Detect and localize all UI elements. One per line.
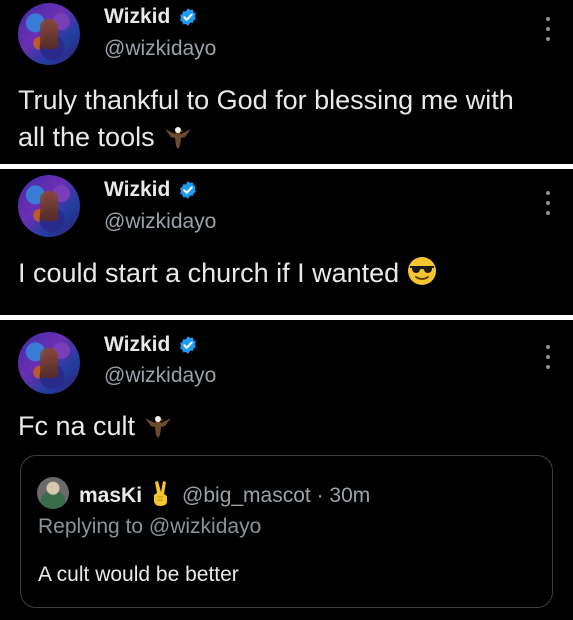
tweet-text-content: Truly thankful to God for blessing me wi… — [18, 85, 514, 152]
verified-badge-icon — [180, 181, 197, 199]
more-options-icon[interactable] — [545, 191, 551, 215]
verified-badge-icon — [180, 8, 197, 26]
handle[interactable]: @wizkidayo — [104, 210, 216, 234]
tweet-text: I could start a church if I wanted — [18, 255, 533, 296]
eagle-emoji — [163, 123, 193, 160]
tweet-text: Truly thankful to God for blessing me wi… — [18, 82, 533, 160]
display-name[interactable]: Wizkid — [104, 178, 170, 202]
more-options-icon[interactable] — [545, 345, 551, 369]
quoted-tweet[interactable]: masKi @big_mascot · 30m Replying to @wiz… — [20, 455, 553, 608]
tweet-card-1[interactable]: Wizkid @wizkidayo Truly thankful to God … — [0, 0, 573, 164]
verified-badge-icon — [180, 336, 197, 354]
avatar[interactable] — [18, 3, 80, 65]
display-name[interactable]: Wizkid — [104, 5, 170, 29]
replying-to-label: Replying to — [38, 515, 144, 538]
tweet-text-content: I could start a church if I wanted — [18, 258, 400, 288]
handle[interactable]: @wizkidayo — [104, 37, 216, 61]
replying-to-handle[interactable]: @wizkidayo — [149, 515, 261, 538]
quote-avatar[interactable] — [37, 477, 69, 509]
tweet-card-3[interactable]: Wizkid @wizkidayo Fc na cult masKi @big_… — [0, 320, 573, 620]
victory-hand-emoji — [150, 480, 172, 512]
quote-text: A cult would be better — [38, 563, 239, 586]
tweet-text-content: Fc na cult — [18, 411, 136, 441]
quote-display-name[interactable]: masKi — [79, 484, 142, 508]
handle[interactable]: @wizkidayo — [104, 364, 216, 388]
sunglasses-emoji — [407, 256, 437, 296]
avatar[interactable] — [18, 175, 80, 237]
quote-header: masKi @big_mascot · 30m — [79, 480, 370, 512]
display-name[interactable]: Wizkid — [104, 333, 170, 357]
eagle-emoji — [143, 412, 173, 449]
tweet-text: Fc na cult — [18, 408, 533, 449]
replying-to: Replying to @wizkidayo — [38, 515, 261, 539]
quote-handle-time[interactable]: @big_mascot · 30m — [182, 484, 370, 508]
avatar[interactable] — [18, 332, 80, 394]
cropped-metadata-line: . . . . . . . . . . . . . . . . . . . . … — [40, 307, 270, 315]
more-options-icon[interactable] — [545, 17, 551, 41]
tweet-card-2[interactable]: Wizkid @wizkidayo I could start a church… — [0, 169, 573, 315]
